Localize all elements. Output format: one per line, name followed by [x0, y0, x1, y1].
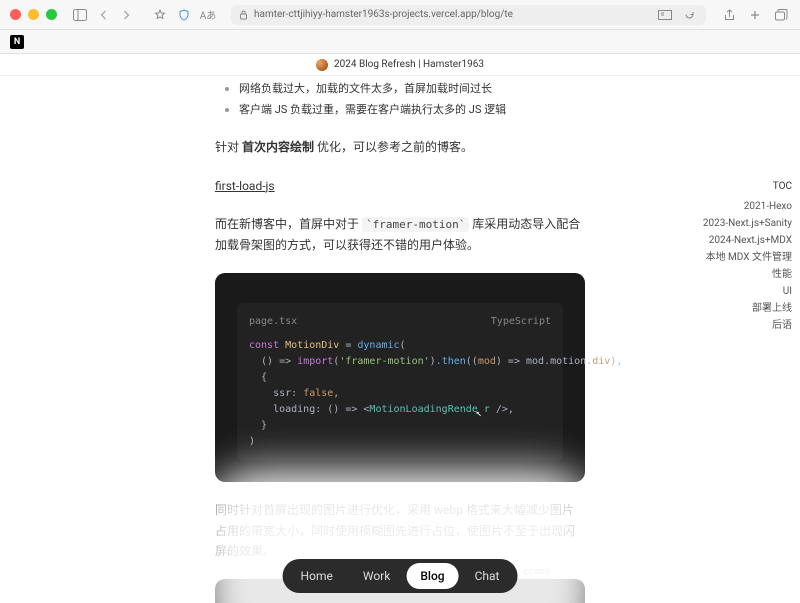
traffic-lights — [10, 9, 57, 20]
toc-item[interactable]: 部署上线 — [703, 300, 792, 317]
code-header: page.tsx TypeScript — [249, 313, 551, 330]
code-inner: page.tsx TypeScript const MotionDiv = dy… — [237, 303, 563, 460]
bottom-nav: Home Work Blog Chat — [283, 559, 518, 593]
browser-toolbar: Aあ hamter-cttjihiyy-hamster1963s-project… — [0, 0, 800, 30]
address-bar[interactable]: hamter-cttjihiyy-hamster1963s-projects.v… — [231, 5, 706, 25]
forward-icon[interactable] — [117, 6, 135, 24]
nav-buttons — [95, 6, 135, 24]
toc-item[interactable]: 2021-Hexo — [703, 198, 792, 215]
toc-item[interactable]: 后语 — [703, 317, 792, 334]
strong-text: 首次内容绘制 — [242, 140, 314, 154]
code-body: const MotionDiv = dynamic( () => import(… — [249, 338, 551, 450]
link-block: first-load-js — [215, 176, 585, 196]
page-title: 2024 Blog Refresh | Hamster1963 — [334, 59, 484, 70]
avatar — [316, 59, 328, 71]
a-text-icon[interactable]: Aあ — [199, 6, 217, 24]
toc-item[interactable]: UI — [703, 283, 792, 300]
list-item: 客户端 JS 负载过重，需要在客户端执行太多的 JS 逻辑 — [225, 101, 585, 120]
toc-item[interactable]: 2024-Next.js+MDX — [703, 232, 792, 249]
nav-work[interactable]: Work — [349, 563, 404, 589]
nav-home[interactable]: Home — [287, 563, 347, 589]
reader-mode-icon[interactable] — [656, 6, 674, 24]
tabs-icon[interactable] — [772, 6, 790, 24]
window-maximize-button[interactable] — [46, 9, 57, 20]
text: 针对 — [215, 140, 239, 154]
paragraph: 而在新博客中，首屏中对于 `framer-motion` 库采用动态导入配合加载… — [215, 214, 585, 255]
toc-heading: TOC — [703, 178, 792, 195]
bullet-list: 网络负载过大，加载的文件太多，首屏加载时间过长 客户端 JS 负载过重，需要在客… — [215, 80, 585, 119]
article-body: 网络负载过大，加载的文件太多，首屏加载时间过长 客户端 JS 负载过重，需要在客… — [215, 76, 585, 603]
code-block: page.tsx TypeScript const MotionDiv = dy… — [215, 273, 585, 482]
site-favicon[interactable]: N — [10, 35, 24, 49]
toc-item[interactable]: 性能 — [703, 266, 792, 283]
page-content: 2024 Blog Refresh | Hamster1963 TOC 2021… — [0, 54, 800, 603]
cc-label: ccamb — [523, 567, 550, 577]
first-load-js-link[interactable]: first-load-js — [215, 179, 275, 193]
toc-item[interactable]: 本地 MDX 文件管理 — [703, 249, 792, 266]
share-icon[interactable] — [720, 6, 738, 24]
shield-icon[interactable] — [175, 6, 193, 24]
window-minimize-button[interactable] — [28, 9, 39, 20]
window-close-button[interactable] — [10, 9, 21, 20]
toc-item[interactable]: 2023-Next.js+Sanity — [703, 215, 792, 232]
table-of-contents: TOC 2021-Hexo 2023-Next.js+Sanity 2024-N… — [703, 178, 792, 334]
paragraph: 针对 首次内容绘制 优化，可以参考之前的博客。 — [215, 137, 585, 157]
site-header: 2024 Blog Refresh | Hamster1963 — [0, 54, 800, 76]
lock-icon — [239, 10, 248, 20]
back-icon[interactable] — [95, 6, 113, 24]
list-item: 网络负载过大，加载的文件太多，首屏加载时间过长 — [225, 80, 585, 99]
new-tab-icon[interactable] — [746, 6, 764, 24]
nav-blog[interactable]: Blog — [406, 563, 458, 589]
inline-code: `framer-motion` — [362, 217, 469, 232]
code-lang: TypeScript — [491, 313, 551, 330]
text: 而在新博客中，首屏中对于 — [215, 217, 362, 231]
code-filename: page.tsx — [249, 313, 297, 330]
url-text: hamter-cttjihiyy-hamster1963s-projects.v… — [254, 9, 650, 20]
paragraph: 同时针对首屏出现的图片进行优化，采用 webp 格式来大幅减少图片占用的带宽大小… — [215, 500, 585, 561]
refresh-icon[interactable] — [680, 6, 698, 24]
text: 优化，可以参考之前的博客。 — [317, 140, 473, 154]
bookmark-star-icon[interactable] — [151, 6, 169, 24]
tab-bar: N — [0, 30, 800, 54]
sidebar-toggle-icon[interactable] — [71, 6, 89, 24]
nav-chat[interactable]: Chat — [461, 563, 514, 589]
content-area: TOC 2021-Hexo 2023-Next.js+Sanity 2024-N… — [0, 76, 800, 603]
toolbar-right — [720, 6, 790, 24]
cursor-icon: ↖ — [476, 406, 482, 422]
